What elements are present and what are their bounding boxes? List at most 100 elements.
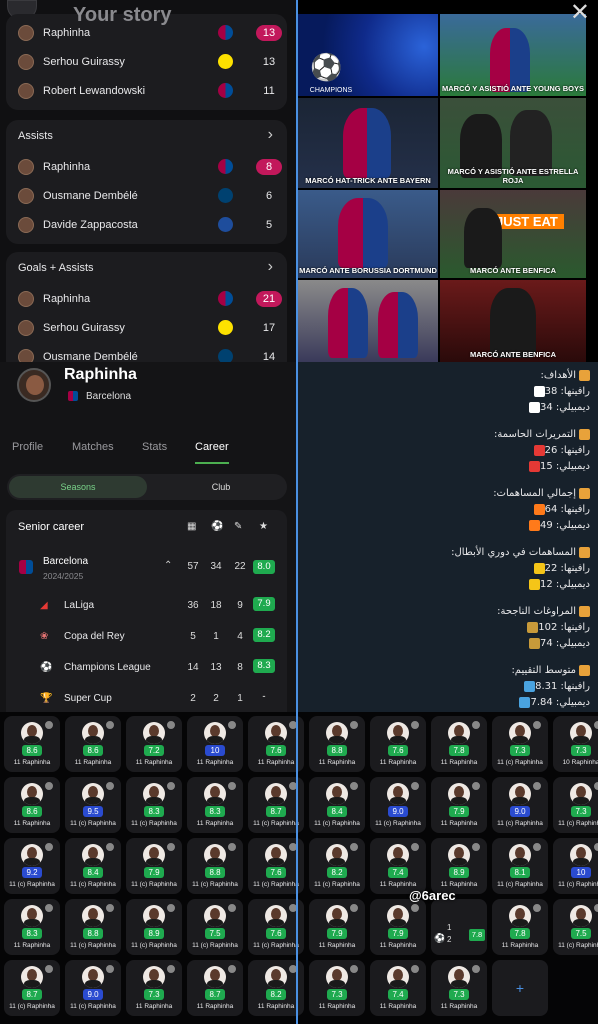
line-icon bbox=[533, 503, 545, 515]
chevron-up-icon[interactable]: ⌃ bbox=[164, 560, 172, 571]
player-rating-card[interactable]: 7.6 11 Raphinha bbox=[370, 716, 426, 772]
add-match-button[interactable]: + bbox=[492, 960, 548, 1016]
club-crest-icon bbox=[218, 217, 233, 232]
player-rating-card[interactable]: 7.3 11 Raphinha bbox=[431, 960, 487, 1016]
goal-badge-icon bbox=[471, 720, 481, 730]
stat-row[interactable]: Robert Lewandowski 11 bbox=[6, 78, 287, 104]
player-rating-card[interactable]: 10 11 (c) Raphinha bbox=[553, 838, 598, 894]
goal-badge-icon bbox=[532, 842, 542, 852]
player-label: 11 (c) Raphinha bbox=[192, 942, 238, 949]
player-rating-card[interactable]: 8.2 11 (c) Raphinha bbox=[309, 838, 365, 894]
player-club[interactable]: Barcelona bbox=[86, 391, 131, 402]
stat-row[interactable]: Ousmane Dembélé 6 bbox=[6, 183, 287, 209]
rating-badge: 7.9 bbox=[253, 597, 275, 611]
tab-career[interactable]: Career bbox=[195, 441, 229, 453]
player-rating-card[interactable]: 8.8 11 (c) Raphinha bbox=[187, 838, 243, 894]
player-rating-card[interactable]: 7.8 11 Raphinha bbox=[431, 716, 487, 772]
rating-badge: 7.8 bbox=[449, 745, 469, 756]
player-rating-card[interactable]: 7.9 11 Raphinha bbox=[370, 899, 426, 955]
player-rating-card[interactable]: 8.1 11 (c) Raphinha bbox=[492, 838, 548, 894]
player-rating-card[interactable]: 7.4 11 Raphinha bbox=[370, 960, 426, 1016]
career-club-row[interactable]: Barcelona 2024/2025 ⌃ 57 34 22 8.0 bbox=[6, 554, 287, 584]
player-rating-card[interactable]: 8.3 11 (c) Raphinha bbox=[126, 777, 182, 833]
player-rating-card[interactable]: 8.6 11 Raphinha bbox=[4, 777, 60, 833]
player-label: 11 (c) Raphinha bbox=[558, 820, 598, 827]
player-avatar bbox=[18, 188, 34, 204]
stat-row[interactable]: Ousmane Dembélé 14 bbox=[6, 344, 287, 362]
competition-row[interactable]: 🏆 Super Cup 2 2 1 - bbox=[6, 685, 287, 712]
match-score-cell[interactable]: ⚽ 1 2 7.8 bbox=[431, 899, 487, 955]
player-avatar bbox=[143, 966, 165, 988]
player-rating-card[interactable]: 8.4 11 (c) Raphinha bbox=[65, 838, 121, 894]
player-rating-card[interactable]: 9.5 11 (c) Raphinha bbox=[65, 777, 121, 833]
goal-badge-icon bbox=[593, 720, 598, 730]
player-avatar bbox=[18, 320, 34, 336]
goals: 13 bbox=[210, 662, 222, 673]
player-rating-card[interactable]: 10 11 Raphinha bbox=[187, 716, 243, 772]
rating-badge: 7.4 bbox=[388, 989, 408, 1000]
rating-badge: 7.3 bbox=[571, 806, 591, 817]
stat-row[interactable]: Raphinha 21 bbox=[6, 286, 287, 312]
player-avatar bbox=[265, 966, 287, 988]
stat-row[interactable]: Serhou Guirassy 17 bbox=[6, 315, 287, 341]
tab-matches[interactable]: Matches bbox=[72, 441, 114, 453]
player-rating-card[interactable]: 8.9 11 (c) Raphinha bbox=[126, 899, 182, 955]
player-rating-card[interactable]: 9.2 11 (c) Raphinha bbox=[4, 838, 60, 894]
comparison-heading: إجمالي المساهمات: bbox=[493, 486, 590, 502]
rating-badge: 8.7 bbox=[22, 989, 42, 1000]
player-rating-card[interactable]: 8.7 11 Raphinha bbox=[187, 960, 243, 1016]
player-label: 11 (c) Raphinha bbox=[70, 881, 116, 888]
tab-profile[interactable]: Profile bbox=[12, 441, 43, 453]
player-rating-card[interactable]: 9.0 11 (c) Raphinha bbox=[492, 777, 548, 833]
player-rating-card[interactable]: 8.9 11 Raphinha bbox=[431, 838, 487, 894]
chevron-right-icon[interactable]: › bbox=[268, 126, 273, 144]
close-icon[interactable]: ✕ bbox=[570, 0, 590, 27]
chevron-right-icon[interactable]: › bbox=[268, 258, 273, 276]
player-rating-card[interactable]: 7.2 11 Raphinha bbox=[126, 716, 182, 772]
caption: MARCÓ HAT-TRICK ANTE BAYERN bbox=[305, 176, 431, 185]
player-avatar bbox=[265, 844, 287, 866]
player-rating-card[interactable]: 7.3 10 Raphinha bbox=[553, 716, 598, 772]
goal-badge-icon bbox=[166, 964, 176, 974]
goal-badge-icon bbox=[593, 842, 598, 852]
player-rating-card[interactable]: 7.3 11 Raphinha bbox=[309, 960, 365, 1016]
player-rating-card[interactable]: 7.9 11 Raphinha bbox=[431, 777, 487, 833]
tab-stats[interactable]: Stats bbox=[142, 441, 167, 453]
player-rating-card[interactable]: 9.0 11 (c) Raphinha bbox=[370, 777, 426, 833]
competition-name: Copa del Rey bbox=[64, 631, 125, 642]
competition-row[interactable]: ❀ Copa del Rey 5 1 4 8.2 bbox=[6, 623, 287, 651]
player-avatar bbox=[509, 844, 531, 866]
player-rating-card[interactable]: 8.8 11 Raphinha bbox=[309, 716, 365, 772]
player-rating-card[interactable]: 7.5 11 (c) Raphinha bbox=[187, 899, 243, 955]
player-rating-card[interactable]: 8.6 11 Raphinha bbox=[4, 716, 60, 772]
player-rating-card[interactable]: 7.9 11 (c) Raphinha bbox=[126, 838, 182, 894]
stat-row[interactable]: Raphinha 8 bbox=[6, 154, 287, 180]
player-rating-card[interactable]: 7.3 11 Raphinha bbox=[126, 960, 182, 1016]
segment-club[interactable]: Club bbox=[157, 476, 285, 498]
player-rating-card[interactable]: 7.4 11 Raphinha bbox=[370, 838, 426, 894]
player-rating-card[interactable]: 8.4 11 (c) Raphinha bbox=[309, 777, 365, 833]
player-rating-card[interactable]: 8.6 11 Raphinha bbox=[65, 716, 121, 772]
competition-row[interactable]: ◢ LaLiga 36 18 9 7.9 bbox=[6, 592, 287, 620]
stat-row[interactable]: Davide Zappacosta 5 bbox=[6, 212, 287, 238]
player-avatar bbox=[387, 722, 409, 744]
caption: MARCÓ ANTE BENFICA bbox=[470, 266, 556, 275]
player-rating-card[interactable]: 9.0 11 (c) Raphinha bbox=[65, 960, 121, 1016]
player-rating-card[interactable]: 8.7 11 (c) Raphinha bbox=[4, 960, 60, 1016]
goals-assists-card[interactable]: Goals + Assists › Raphinha 21 Serhou Guira… bbox=[6, 252, 287, 362]
player-rating-card[interactable]: 7.3 11 (c) Raphinha bbox=[492, 716, 548, 772]
stat-value: 17 bbox=[262, 322, 276, 334]
player-rating-card[interactable]: 8.3 11 Raphinha bbox=[4, 899, 60, 955]
player-rating-card[interactable]: 7.5 11 (c) Raphinha bbox=[553, 899, 598, 955]
player-rating-card[interactable]: 8.8 11 (c) Raphinha bbox=[65, 899, 121, 955]
player-rating-card[interactable]: 7.8 11 Raphinha bbox=[492, 899, 548, 955]
assists-card[interactable]: Assists › Raphinha 8 Ousmane Dembélé 6 David… bbox=[6, 120, 287, 244]
player-avatar bbox=[448, 783, 470, 805]
stat-row[interactable]: Serhou Guirassy 13 bbox=[6, 49, 287, 75]
player-rating-card[interactable]: 8.3 11 Raphinha bbox=[187, 777, 243, 833]
player-rating-card[interactable]: 7.9 11 Raphinha bbox=[309, 899, 365, 955]
segment-seasons[interactable]: Seasons bbox=[9, 476, 147, 498]
player-name: Robert Lewandowski bbox=[43, 85, 146, 97]
player-rating-card[interactable]: 7.3 11 (c) Raphinha bbox=[553, 777, 598, 833]
competition-row[interactable]: ⚽ Champions League 14 13 8 8.3 bbox=[6, 654, 287, 682]
